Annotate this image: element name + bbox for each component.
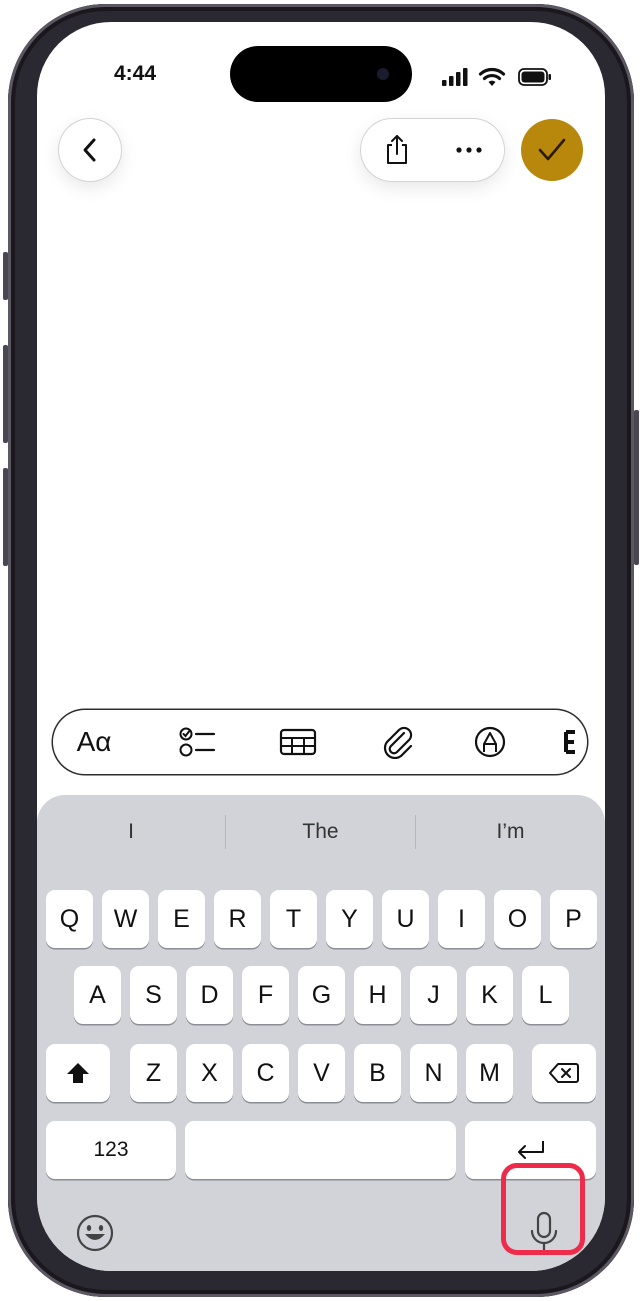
emoji-icon [76, 1214, 114, 1252]
space-key[interactable] [185, 1121, 456, 1179]
action-button [3, 252, 8, 300]
emoji-button[interactable] [75, 1213, 115, 1257]
wifi-icon [478, 67, 506, 86]
power-button [634, 410, 639, 565]
status-time: 4:44 [114, 62, 157, 85]
key-b[interactable]: B [354, 1044, 401, 1102]
front-camera [377, 68, 389, 80]
note-body[interactable] [37, 197, 605, 697]
key-z[interactable]: Z [130, 1044, 177, 1102]
key-n[interactable]: N [410, 1044, 457, 1102]
checklist-button[interactable] [173, 710, 223, 774]
format-toolbar: Aα [53, 710, 587, 774]
key-u[interactable]: U [382, 890, 429, 948]
suggestion-3[interactable]: I’m [416, 817, 605, 847]
status-icons [442, 66, 562, 88]
key-s[interactable]: S [130, 966, 177, 1024]
key-l[interactable]: L [522, 966, 569, 1024]
key-r[interactable]: R [214, 890, 261, 948]
cellular-signal-icon [442, 68, 468, 86]
text-style-label: Aα [76, 726, 112, 757]
actions-pill [361, 119, 504, 181]
ellipsis-icon [456, 147, 482, 153]
markup-button[interactable] [465, 710, 515, 774]
suggestion-1[interactable]: I [37, 817, 225, 847]
volume-up-button [3, 345, 8, 443]
more-button[interactable] [443, 119, 495, 181]
return-icon [517, 1141, 544, 1159]
key-a[interactable]: A [74, 966, 121, 1024]
key-w[interactable]: W [102, 890, 149, 948]
key-t[interactable]: T [270, 890, 317, 948]
key-f[interactable]: F [242, 966, 289, 1024]
share-icon [387, 135, 407, 164]
checklist-icon [179, 727, 216, 757]
table-icon [279, 728, 317, 756]
backspace-icon [549, 1063, 579, 1083]
done-button[interactable] [521, 119, 583, 181]
back-button[interactable] [59, 119, 121, 181]
key-h[interactable]: H [354, 966, 401, 1024]
markup-pen-icon [474, 726, 506, 758]
share-button[interactable] [371, 119, 423, 181]
paperclip-icon [383, 726, 413, 759]
key-x[interactable]: X [186, 1044, 233, 1102]
attachment-button[interactable] [373, 710, 423, 774]
key-q[interactable]: Q [46, 890, 93, 948]
shift-key[interactable] [46, 1044, 110, 1102]
suggestion-2[interactable]: The [226, 817, 415, 847]
overflow-icon [564, 730, 575, 754]
key-k[interactable]: K [466, 966, 513, 1024]
numbers-key[interactable]: 123 [46, 1121, 176, 1179]
chevron-left-icon [83, 138, 96, 162]
key-g[interactable]: G [298, 966, 345, 1024]
shift-arrow-icon [67, 1063, 89, 1083]
key-d[interactable]: D [186, 966, 233, 1024]
key-e[interactable]: E [158, 890, 205, 948]
checkmark-icon [538, 138, 566, 161]
key-y[interactable]: Y [326, 890, 373, 948]
key-c[interactable]: C [242, 1044, 289, 1102]
key-m[interactable]: M [466, 1044, 513, 1102]
volume-down-button [3, 468, 8, 566]
more-format-button[interactable] [563, 710, 587, 774]
table-button[interactable] [273, 710, 323, 774]
dynamic-island [230, 46, 412, 102]
battery-icon [518, 68, 551, 86]
key-o[interactable]: O [494, 890, 541, 948]
screen: 4:44 Aα I The I’m Q W E R T Y U I O P A … [37, 22, 605, 1271]
key-p[interactable]: P [550, 890, 597, 948]
key-i[interactable]: I [438, 890, 485, 948]
key-v[interactable]: V [298, 1044, 345, 1102]
delete-key[interactable] [532, 1044, 596, 1102]
dictation-highlight-box [501, 1163, 585, 1255]
text-style-button[interactable]: Aα [69, 710, 119, 774]
key-j[interactable]: J [410, 966, 457, 1024]
